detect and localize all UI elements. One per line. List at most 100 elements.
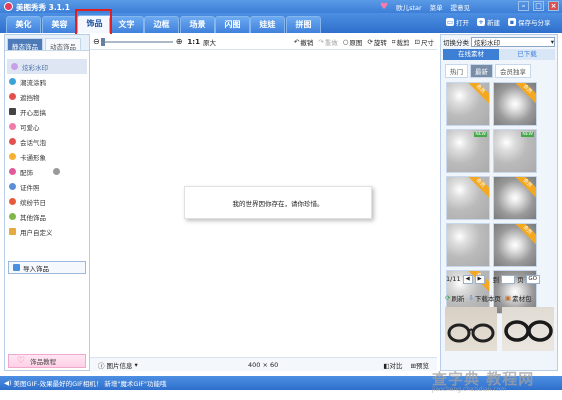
tab-vip-exclusive[interactable]: 会员独享 bbox=[495, 64, 531, 78]
category-item[interactable]: 配饰 bbox=[5, 164, 89, 179]
material-thumbnail[interactable]: 会员 bbox=[446, 176, 490, 220]
mask-icon bbox=[9, 93, 16, 100]
refresh-button[interactable]: ⟳ 刷新 bbox=[445, 293, 464, 303]
canvas-toolbar: ⊖ ⊕ 1:1 原大 ↶ 撤销 ↷ 重做 ○ 原图 ⟳ 旋转 ⌗ 裁剪 ⊡ 尺寸 bbox=[90, 34, 437, 50]
prev-page-button[interactable]: ◀ bbox=[462, 274, 473, 284]
close-icon[interactable]: × bbox=[548, 1, 559, 11]
preview-button[interactable]: ⊞预览 bbox=[411, 360, 429, 370]
tab-online-materials[interactable]: 在线素材 bbox=[443, 49, 499, 60]
zoom-slider-handle[interactable] bbox=[100, 37, 105, 46]
tab-scene[interactable]: 场景 bbox=[180, 16, 215, 33]
category-item[interactable]: 潮流涂鸦 bbox=[5, 74, 89, 89]
maximize-icon[interactable]: □ bbox=[533, 1, 544, 11]
material-source-tabs: 在线素材 已下载 bbox=[443, 49, 555, 60]
zoom-out-icon[interactable]: ⊖ bbox=[93, 37, 100, 46]
crop-button[interactable]: ⌗ 裁剪 bbox=[392, 37, 410, 48]
accessory-type-tabs: 静态饰品 动态饰品 bbox=[5, 35, 89, 51]
category-item[interactable]: 遮挡物 bbox=[5, 89, 89, 104]
rotate-button[interactable]: ⟳ 旋转 bbox=[367, 37, 386, 47]
heart-icon: ♥ bbox=[380, 1, 389, 12]
goto-label: 到 bbox=[492, 276, 500, 284]
material-thumbnail[interactable]: 会员 bbox=[493, 223, 537, 267]
id-photo-icon bbox=[9, 183, 16, 190]
tab-text[interactable]: 文字 bbox=[109, 16, 144, 33]
category-item[interactable]: 开心恶搞 bbox=[5, 104, 89, 119]
tab-newest[interactable]: 最新 bbox=[470, 64, 493, 78]
material-thumbnail[interactable] bbox=[446, 223, 490, 267]
material-actions: ⟳ 刷新 ⇩ 下载本页 ▣ 素材包 bbox=[445, 293, 532, 303]
app-logo-icon bbox=[4, 2, 13, 11]
tab-doll[interactable]: 娃娃 bbox=[250, 16, 285, 33]
redo-button[interactable]: ↷ 重做 bbox=[318, 37, 337, 47]
view-actions: ◧对比 ⊞预览 bbox=[383, 360, 429, 370]
category-item[interactable]: 缤纷节日 bbox=[5, 194, 89, 209]
download-icon: ⇩ bbox=[468, 294, 474, 302]
feedback-button[interactable]: 提意见 bbox=[451, 2, 471, 12]
minimize-icon[interactable]: – bbox=[518, 1, 529, 11]
next-page-button[interactable]: ▶ bbox=[474, 274, 485, 284]
user-name[interactable]: 欧儿star bbox=[396, 2, 422, 12]
mustache-icon bbox=[9, 108, 16, 115]
tab-animated-accessories[interactable]: 动态饰品 bbox=[45, 38, 81, 51]
zoom-control: ⊖ ⊕ 1:1 原大 bbox=[93, 37, 216, 47]
category-item[interactable]: 卡通形象 bbox=[5, 149, 89, 164]
heart-icon: ♡ bbox=[17, 356, 26, 366]
ad-photo-glasses-2[interactable] bbox=[502, 307, 554, 351]
material-pack-button[interactable]: ▣ 素材包 bbox=[505, 293, 532, 303]
original-icon: ○ bbox=[342, 38, 349, 46]
tab-beautify[interactable]: 美化 bbox=[6, 16, 41, 33]
vip-ribbon: 会员 bbox=[512, 177, 536, 198]
resize-button[interactable]: ⊡ 尺寸 bbox=[415, 37, 434, 47]
info-icon[interactable] bbox=[53, 168, 60, 175]
save-share-button[interactable]: ▪ 保存与分享 bbox=[508, 17, 551, 27]
category-item[interactable]: 其他饰品 bbox=[5, 209, 89, 224]
category-list: 炫彩水印 潮流涂鸦 遮挡物 开心恶搞 可爱心 会话气泡 卡通形象 配饰 证件照 … bbox=[5, 51, 89, 239]
tab-accessories[interactable]: 饰品 bbox=[77, 15, 112, 33]
cartoon-icon bbox=[9, 153, 16, 160]
image-info-button[interactable]: ⓘ 图片信息 ▾ bbox=[98, 360, 138, 370]
page-info: 1/11 bbox=[446, 275, 461, 283]
material-thumbnail[interactable]: NEW bbox=[446, 129, 490, 173]
material-thumbnail[interactable]: NEW bbox=[493, 129, 537, 173]
go-button[interactable]: GO bbox=[525, 274, 540, 284]
chevron-down-icon: ▾ bbox=[134, 360, 138, 369]
tab-border[interactable]: 边框 bbox=[144, 16, 179, 33]
photo-canvas[interactable]: 我的世界因你存在，请你珍惜。 bbox=[184, 186, 372, 219]
page-number-input[interactable] bbox=[501, 274, 516, 284]
tab-hot[interactable]: 热门 bbox=[445, 64, 468, 78]
chevron-down-icon: ▾ bbox=[550, 38, 554, 46]
ad-photo-glasses[interactable] bbox=[445, 307, 497, 351]
tab-flash[interactable]: 闪图 bbox=[215, 16, 250, 33]
download-page-button[interactable]: ⇩ 下载本页 bbox=[468, 293, 500, 303]
category-item[interactable]: 证件照 bbox=[5, 179, 89, 194]
material-thumbnail[interactable]: 会员 bbox=[446, 82, 490, 126]
canvas-area: ⊖ ⊕ 1:1 原大 ↶ 撤销 ↷ 重做 ○ 原图 ⟳ 旋转 ⌗ 裁剪 ⊡ 尺寸 我的世界因… bbox=[90, 34, 437, 371]
other-icon bbox=[9, 213, 16, 220]
material-thumbnail[interactable]: 会员 bbox=[493, 176, 537, 220]
category-select[interactable]: 炫彩水印 ▾ bbox=[471, 37, 555, 47]
tab-static-accessories[interactable]: 静态饰品 bbox=[7, 38, 43, 51]
zoom-in-icon[interactable]: ⊕ bbox=[176, 37, 183, 46]
import-accessory-button[interactable]: 导入饰品 bbox=[8, 261, 86, 274]
undo-button[interactable]: ↶ 撤销 bbox=[294, 37, 313, 47]
category-item[interactable]: 炫彩水印 bbox=[7, 59, 87, 74]
menu-button[interactable]: 菜单 bbox=[430, 2, 443, 12]
tab-downloaded[interactable]: 已下载 bbox=[499, 49, 555, 60]
zoom-slider[interactable] bbox=[100, 37, 173, 46]
new-button[interactable]: + 新建 bbox=[477, 17, 500, 27]
open-button[interactable]: ▭ 打开 bbox=[446, 17, 469, 27]
window-controls: – □ × bbox=[518, 1, 559, 11]
material-thumbnail[interactable]: 会员 bbox=[493, 82, 537, 126]
vip-ribbon: 会员 bbox=[512, 224, 536, 245]
original-button[interactable]: ○ 原图 bbox=[343, 37, 363, 47]
compare-button[interactable]: ◧对比 bbox=[383, 360, 402, 370]
image-size: 400 × 60 bbox=[248, 360, 279, 369]
category-item[interactable]: 会话气泡 bbox=[5, 134, 89, 149]
bow-icon bbox=[9, 168, 16, 175]
accessory-tutorial-button[interactable]: ♡ 饰品教程 bbox=[8, 354, 86, 368]
original-size-button[interactable]: 原大 bbox=[203, 37, 216, 47]
tab-collage[interactable]: 拼图 bbox=[286, 16, 321, 33]
category-item[interactable]: 用户自定义 bbox=[5, 224, 89, 239]
category-item[interactable]: 可爱心 bbox=[5, 119, 89, 134]
tab-makeup[interactable]: 美容 bbox=[42, 16, 77, 33]
